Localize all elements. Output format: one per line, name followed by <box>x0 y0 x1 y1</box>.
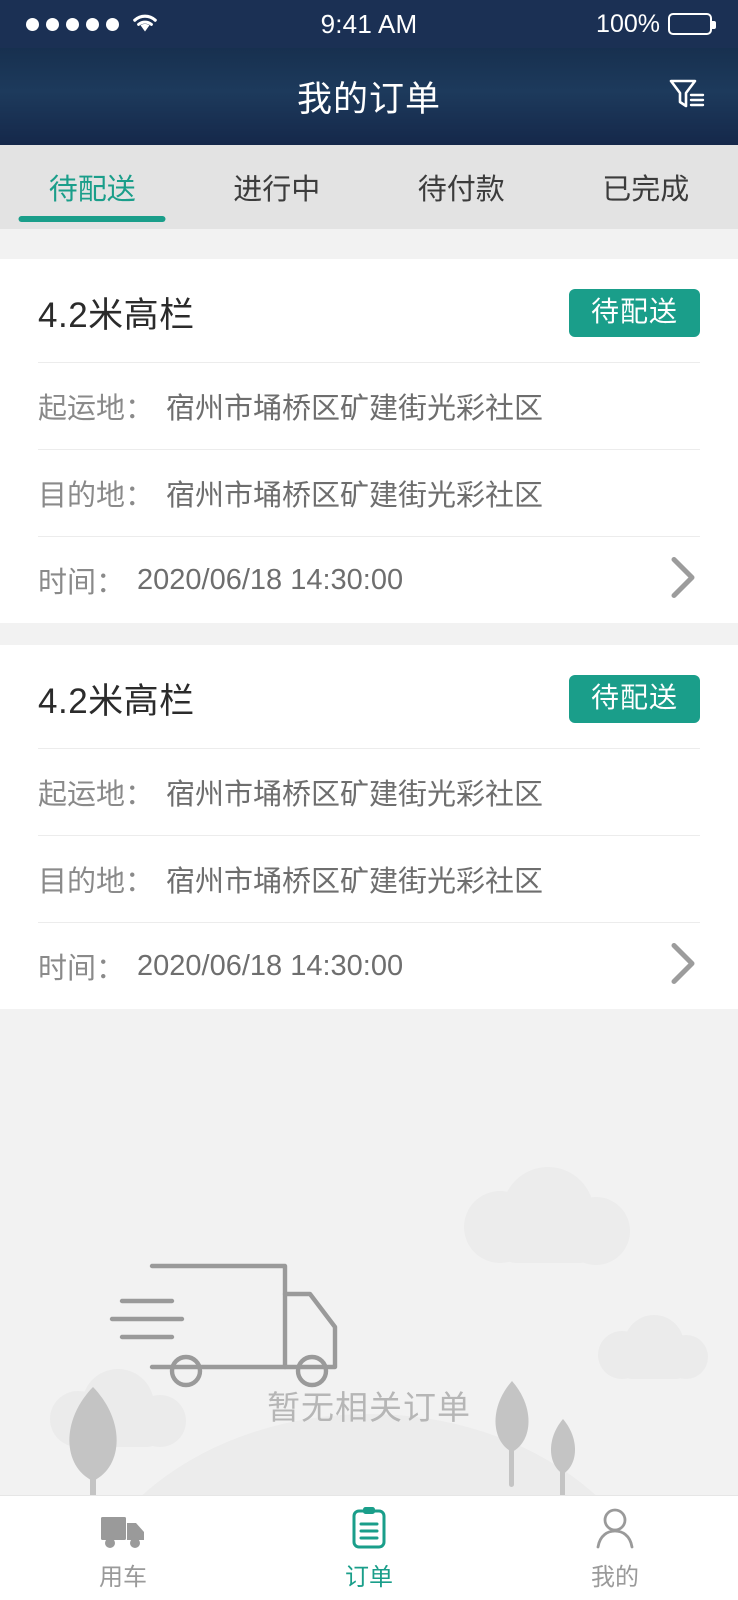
cloud-small-right <box>598 1315 708 1379</box>
bottom-nav-item-orders[interactable]: 订单 <box>246 1505 492 1592</box>
battery-percent-label: 100% <box>596 9 660 38</box>
destination-value: 宿州市埇桥区矿建街光彩社区 <box>166 480 544 512</box>
bottom-navigation: 用车 订单 我的 <box>0 1495 738 1600</box>
origin-label: 起运地： <box>38 393 155 425</box>
order-status-tabs: 待配送 进行中 待付款 已完成 <box>0 145 738 229</box>
filter-button[interactable] <box>658 69 714 125</box>
order-origin-row: 起运地： 宿州市埇桥区矿建街光彩社区 <box>38 748 700 835</box>
destination-label: 目的地： <box>38 866 155 898</box>
empty-state-illustration: 暂无相关订单 <box>0 1149 738 1495</box>
bottom-nav-label: 我的 <box>591 1563 639 1591</box>
card-spacer <box>0 623 738 645</box>
order-time-row[interactable]: 时间： 2020/06/18 14:30:00 <box>38 536 700 623</box>
time-label: 时间： <box>38 567 126 599</box>
tab-pending-payment[interactable]: 待付款 <box>369 145 554 229</box>
origin-label: 起运地： <box>38 779 155 811</box>
bottom-nav-label: 订单 <box>345 1563 393 1591</box>
filter-funnel-icon <box>664 72 708 121</box>
status-bar-right: 100% <box>596 9 716 39</box>
time-value: 2020/06/18 14:30:00 <box>137 563 404 596</box>
tab-label: 待配送 <box>48 174 136 206</box>
phone-screen: 9:41 AM 100% 我的订单 待配送 进行中 待付款 已完成 4.2米高栏… <box>0 0 738 1600</box>
clipboard-list-icon <box>347 1505 391 1551</box>
destination-value: 宿州市埇桥区矿建街光彩社区 <box>166 866 544 898</box>
chevron-right-icon[interactable] <box>666 937 700 996</box>
order-vehicle-type: 4.2米高栏 <box>38 296 195 335</box>
tab-label: 已完成 <box>602 174 690 206</box>
order-vehicle-type: 4.2米高栏 <box>38 682 195 721</box>
person-icon <box>592 1505 638 1551</box>
list-top-spacer <box>0 229 738 259</box>
empty-state: 暂无相关订单 <box>0 1009 738 1495</box>
status-bar: 9:41 AM 100% <box>0 0 738 48</box>
tab-completed[interactable]: 已完成 <box>554 145 738 229</box>
destination-label: 目的地： <box>38 480 155 512</box>
bottom-nav-label: 用车 <box>99 1563 147 1591</box>
order-card-header: 4.2米高栏 待配送 <box>38 259 700 362</box>
status-badge: 待配送 <box>568 288 700 337</box>
order-card[interactable]: 4.2米高栏 待配送 起运地： 宿州市埇桥区矿建街光彩社区 目的地： 宿州市埇桥… <box>0 259 738 623</box>
tab-pending-delivery[interactable]: 待配送 <box>0 145 185 229</box>
chevron-right-icon[interactable] <box>666 551 700 610</box>
battery-full-icon <box>668 13 716 35</box>
order-card-header: 4.2米高栏 待配送 <box>38 645 700 748</box>
app-header: 我的订单 <box>0 48 738 145</box>
truck-outline-icon <box>109 1263 338 1388</box>
bottom-nav-item-vehicle[interactable]: 用车 <box>0 1505 246 1592</box>
order-list[interactable]: 4.2米高栏 待配送 起运地： 宿州市埇桥区矿建街光彩社区 目的地： 宿州市埇桥… <box>0 229 738 1495</box>
page-title: 我的订单 <box>296 80 441 119</box>
order-card[interactable]: 4.2米高栏 待配送 起运地： 宿州市埇桥区矿建街光彩社区 目的地： 宿州市埇桥… <box>0 645 738 1009</box>
bottom-nav-item-profile[interactable]: 我的 <box>492 1505 738 1592</box>
tab-label: 待付款 <box>417 174 505 206</box>
tab-in-progress[interactable]: 进行中 <box>185 145 370 229</box>
order-origin-row: 起运地： 宿州市埇桥区矿建街光彩社区 <box>38 362 700 449</box>
empty-state-message: 暂无相关订单 <box>267 1389 471 1426</box>
tab-active-underline <box>18 216 166 222</box>
origin-value: 宿州市埇桥区矿建街光彩社区 <box>166 393 544 425</box>
time-label: 时间： <box>38 953 126 985</box>
tab-label: 进行中 <box>233 174 321 206</box>
time-value: 2020/06/18 14:30:00 <box>137 949 404 982</box>
status-badge: 待配送 <box>568 674 700 723</box>
truck-icon <box>98 1505 148 1551</box>
order-time-row[interactable]: 时间： 2020/06/18 14:30:00 <box>38 922 700 1009</box>
origin-value: 宿州市埇桥区矿建街光彩社区 <box>166 779 544 811</box>
cloud-large <box>464 1167 630 1265</box>
order-destination-row: 目的地： 宿州市埇桥区矿建街光彩社区 <box>38 449 700 536</box>
order-destination-row: 目的地： 宿州市埇桥区矿建街光彩社区 <box>38 835 700 922</box>
